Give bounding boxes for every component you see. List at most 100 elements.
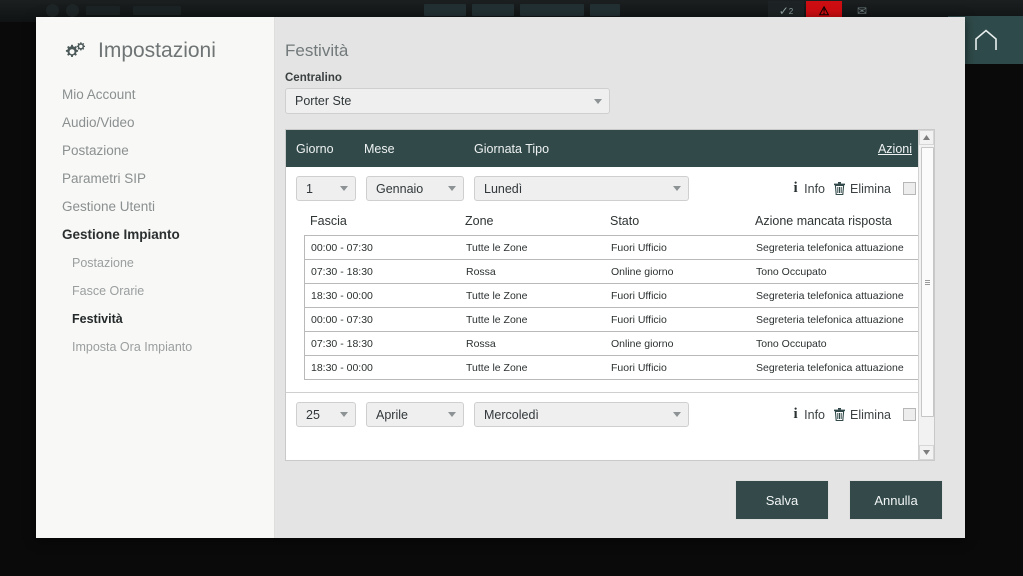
gear-icon bbox=[62, 40, 88, 62]
elimina-button[interactable]: Elimina bbox=[834, 182, 891, 196]
sidebar-subitem-postazione[interactable]: Postazione bbox=[36, 249, 274, 277]
page-title: Festività bbox=[285, 41, 349, 60]
mese-select[interactable]: Gennaio bbox=[366, 176, 464, 201]
list-item[interactable]: 00:00 - 07:30 Tutte le Zone Fuori Uffici… bbox=[305, 236, 923, 260]
sidebar-item-parametri-sip[interactable]: Parametri SIP bbox=[36, 165, 274, 193]
giornata-tipo-select[interactable]: Lunedì bbox=[474, 176, 689, 201]
sidebar-title-text: Impostazioni bbox=[98, 39, 216, 62]
list-item[interactable]: 18:30 - 00:00 Tutte le Zone Fuori Uffici… bbox=[305, 284, 923, 308]
sidebar-item-gestione-impianto[interactable]: Gestione Impianto bbox=[36, 221, 274, 249]
giorno-select[interactable]: 25 bbox=[296, 402, 356, 427]
sidebar-nav: Mio Account Audio/Video Postazione Param… bbox=[36, 81, 274, 361]
background-label-block bbox=[133, 6, 181, 15]
info-button[interactable]: i Info bbox=[792, 406, 825, 423]
chevron-down-icon bbox=[594, 98, 602, 104]
mail-glyph: ✉ bbox=[856, 4, 868, 18]
column-header-giornata-tipo: Giornata Tipo bbox=[474, 141, 550, 156]
column-header-azione-mancata-risposta: Azione mancata risposta bbox=[755, 214, 892, 228]
column-header-stato: Stato bbox=[610, 214, 640, 228]
alert-glyph: ⚠ bbox=[818, 4, 830, 18]
table-header-row: Giorno Mese Giornata Tipo Azioni bbox=[286, 130, 934, 167]
trash-icon bbox=[834, 408, 845, 421]
elimina-label: Elimina bbox=[850, 407, 891, 422]
trash-icon bbox=[834, 182, 845, 195]
sidebar-subitem-fasce-orarie[interactable]: Fasce Orarie bbox=[36, 277, 274, 305]
settings-sidebar: Impostazioni Mio Account Audio/Video Pos… bbox=[36, 17, 275, 538]
scrollbar-track[interactable] bbox=[919, 145, 934, 445]
cell-zone: Rossa bbox=[466, 265, 496, 278]
row-checkbox[interactable] bbox=[903, 408, 916, 421]
background-dot-icon bbox=[46, 4, 59, 17]
sidebar-subitem-festivita[interactable]: Festività bbox=[36, 305, 274, 333]
cell-azione: Segreteria telefonica attuazione bbox=[756, 361, 904, 374]
sidebar-subitem-imposta-ora-impianto[interactable]: Imposta Ora Impianto bbox=[36, 333, 274, 361]
list-item[interactable]: 18:30 - 00:00 Tutte le Zone Fuori Uffici… bbox=[305, 356, 923, 380]
cell-stato: Fuori Ufficio bbox=[611, 289, 667, 302]
background-label-block bbox=[86, 6, 120, 15]
list-item[interactable]: 07:30 - 18:30 Rossa Online giorno Tono O… bbox=[305, 332, 923, 356]
info-label: Info bbox=[804, 181, 825, 196]
column-header-fascia: Fascia bbox=[310, 214, 347, 228]
cell-stato: Online giorno bbox=[611, 265, 674, 278]
list-item[interactable]: 07:30 - 18:30 Rossa Online giorno Tono O… bbox=[305, 260, 923, 284]
sidebar-item-audio-video[interactable]: Audio/Video bbox=[36, 109, 274, 137]
centralino-label: Centralino bbox=[285, 72, 342, 84]
cell-zone: Tutte le Zone bbox=[466, 313, 528, 326]
table-row: 1 Gennaio Lunedì i Info Elimina bbox=[286, 167, 934, 210]
check-glyph: ✓ bbox=[778, 4, 789, 18]
info-label: Info bbox=[804, 407, 825, 422]
elimina-button[interactable]: Elimina bbox=[834, 408, 891, 422]
subtable-header-row: Fascia Zone Stato Azione mancata rispost… bbox=[304, 212, 924, 235]
save-button[interactable]: Salva bbox=[735, 480, 829, 520]
subtable-body: 00:00 - 07:30 Tutte le Zone Fuori Uffici… bbox=[304, 235, 924, 380]
scroll-up-arrow-icon[interactable] bbox=[919, 130, 934, 145]
cell-azione: Tono Occupato bbox=[756, 265, 827, 278]
info-button[interactable]: i Info bbox=[792, 180, 825, 197]
home-icon bbox=[974, 29, 997, 50]
cell-stato: Online giorno bbox=[611, 337, 674, 350]
sidebar-item-mio-account[interactable]: Mio Account bbox=[36, 81, 274, 109]
background-chip bbox=[472, 4, 514, 16]
sidebar-item-postazione[interactable]: Postazione bbox=[36, 137, 274, 165]
cell-stato: Fuori Ufficio bbox=[611, 241, 667, 254]
cell-zone: Tutte le Zone bbox=[466, 361, 528, 374]
cell-zone: Tutte le Zone bbox=[466, 241, 528, 254]
table-scrollbar[interactable] bbox=[918, 130, 934, 460]
cell-fascia: 00:00 - 07:30 bbox=[311, 313, 373, 326]
chevron-down-icon bbox=[340, 412, 348, 417]
cell-fascia: 07:30 - 18:30 bbox=[311, 337, 373, 350]
check-badge-count: 2 bbox=[788, 6, 794, 16]
centralino-value: Porter Ste bbox=[295, 94, 352, 108]
scroll-thumb[interactable] bbox=[921, 147, 934, 417]
fascia-subtable: Fascia Zone Stato Azione mancata rispost… bbox=[304, 212, 924, 380]
cell-azione: Segreteria telefonica attuazione bbox=[756, 241, 904, 254]
cell-azione: Segreteria telefonica attuazione bbox=[756, 313, 904, 326]
elimina-label: Elimina bbox=[850, 181, 891, 196]
mese-select[interactable]: Aprile bbox=[366, 402, 464, 427]
row-checkbox[interactable] bbox=[903, 182, 916, 195]
cancel-button[interactable]: Annulla bbox=[849, 480, 943, 520]
table-row: 25 Aprile Mercoledì i Info Elimina bbox=[286, 393, 934, 436]
background-chip bbox=[520, 4, 584, 16]
giornata-tipo-select[interactable]: Mercoledì bbox=[474, 402, 689, 427]
giorno-value: 1 bbox=[306, 181, 313, 196]
background-chip-group bbox=[424, 4, 620, 16]
sidebar-item-gestione-utenti[interactable]: Gestione Utenti bbox=[36, 193, 274, 221]
scroll-down-arrow-icon[interactable] bbox=[919, 445, 934, 460]
festivita-table-card: Giorno Mese Giornata Tipo Azioni 1 Genna… bbox=[285, 129, 935, 461]
cell-fascia: 18:30 - 00:00 bbox=[311, 289, 373, 302]
chevron-down-icon bbox=[448, 186, 456, 191]
column-header-giorno: Giorno bbox=[296, 141, 334, 156]
column-header-mese: Mese bbox=[364, 141, 395, 156]
giornata-tipo-value: Lunedì bbox=[484, 181, 523, 196]
cell-fascia: 07:30 - 18:30 bbox=[311, 265, 373, 278]
cell-fascia: 18:30 - 00:00 bbox=[311, 361, 373, 374]
giorno-select[interactable]: 1 bbox=[296, 176, 356, 201]
background-chip bbox=[424, 4, 466, 16]
screen-root: ✓ 2 ⚠ ✉ Impostazioni Mio Account Audio/V… bbox=[0, 0, 1023, 576]
settings-content: Festività Centralino Porter Ste Giorno M… bbox=[275, 17, 965, 538]
centralino-select[interactable]: Porter Ste bbox=[285, 88, 610, 114]
background-chip bbox=[590, 4, 620, 16]
row-actions: i Info Elimina bbox=[792, 406, 934, 423]
list-item[interactable]: 00:00 - 07:30 Tutte le Zone Fuori Uffici… bbox=[305, 308, 923, 332]
